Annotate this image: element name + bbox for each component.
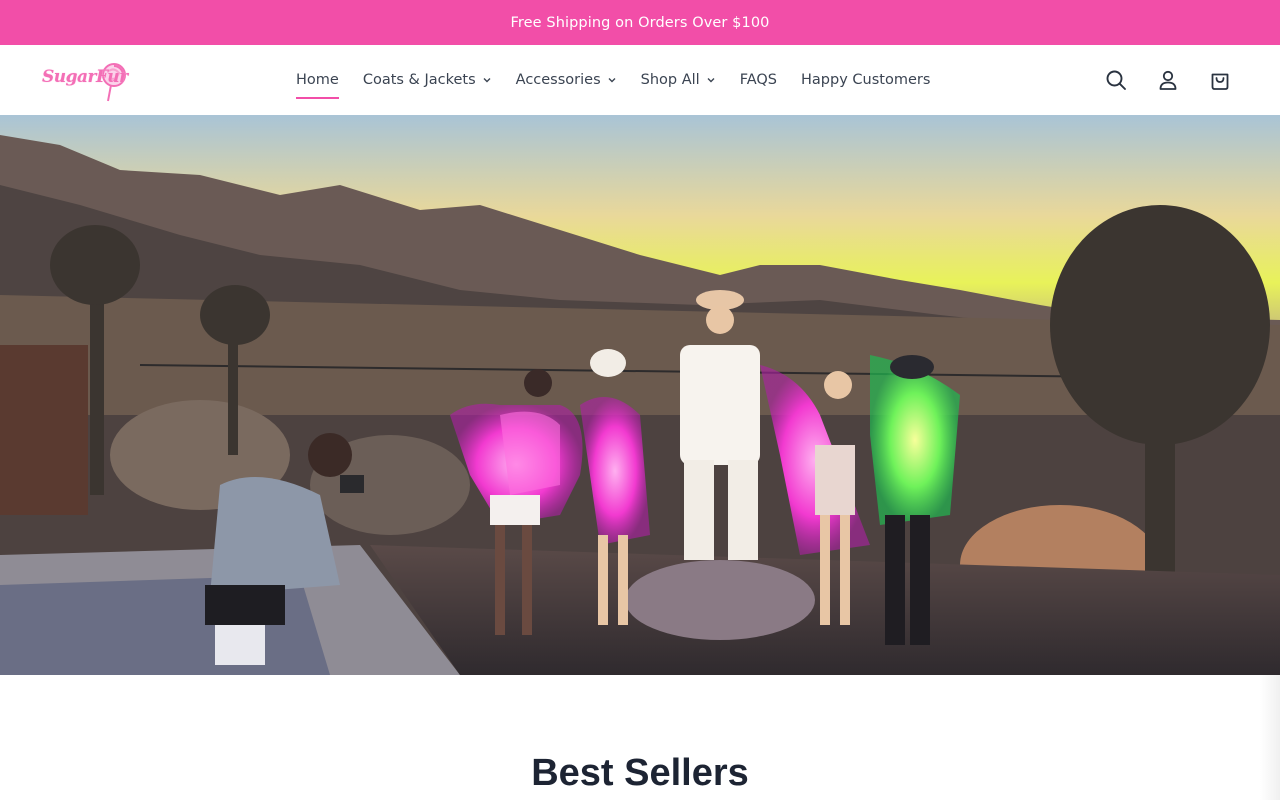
search-icon[interactable] xyxy=(1104,68,1128,92)
announcement-text: Free Shipping on Orders Over $100 xyxy=(510,14,770,31)
nav-label: Coats & Jackets xyxy=(362,72,476,88)
nav-label: FAQS xyxy=(739,72,777,88)
nav-item-shop-all[interactable]: Shop All xyxy=(641,45,716,115)
nav-item-home[interactable]: Home xyxy=(296,45,339,115)
account-icon[interactable] xyxy=(1156,68,1180,92)
announcement-bar: Free Shipping on Orders Over $100 xyxy=(0,0,1280,45)
brand-logo[interactable]: SugarFur xyxy=(40,57,132,103)
nav-item-faqs[interactable]: FAQS xyxy=(740,45,777,115)
hero-banner[interactable] xyxy=(0,115,1280,675)
best-sellers-title: Best Sellers xyxy=(531,752,749,794)
hero-image xyxy=(0,135,1280,675)
scroll-shadow xyxy=(1260,675,1280,800)
header-actions xyxy=(1076,45,1232,115)
logo-text: SugarFur xyxy=(42,67,128,87)
nav-label: Happy Customers xyxy=(801,72,931,88)
nav-label: Accessories xyxy=(515,72,601,88)
site-header: SugarFur Home Coats & Jackets Accessorie… xyxy=(0,45,1280,115)
nav-item-happy-customers[interactable]: Happy Customers xyxy=(801,45,930,115)
nav-label: Home xyxy=(296,72,339,88)
nav-label: Shop All xyxy=(640,72,700,88)
cart-icon[interactable] xyxy=(1208,68,1232,92)
nav-item-coats-jackets[interactable]: Coats & Jackets xyxy=(363,45,492,115)
chevron-down-icon xyxy=(707,78,715,83)
chevron-down-icon xyxy=(608,78,616,83)
main-navigation: Home Coats & Jackets Accessories Shop Al… xyxy=(296,45,954,115)
nav-item-accessories[interactable]: Accessories xyxy=(516,45,617,115)
chevron-down-icon xyxy=(483,78,491,83)
